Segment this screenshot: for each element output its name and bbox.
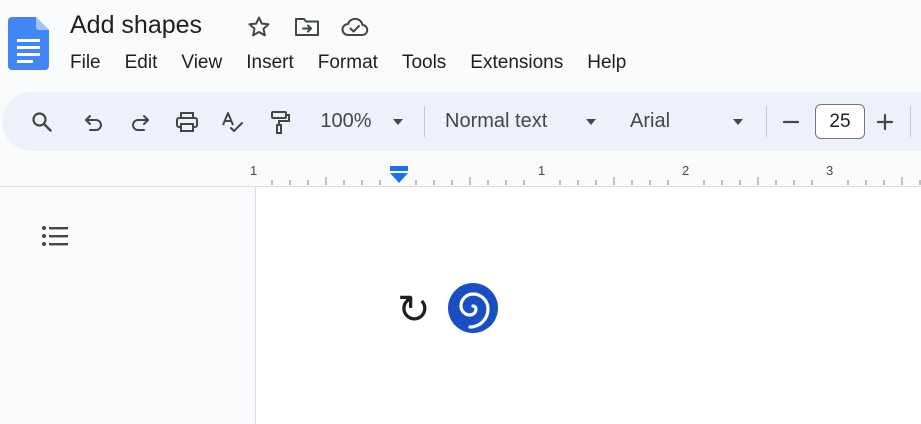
cloud-check-icon[interactable]	[340, 14, 370, 40]
ruler-ticks	[271, 177, 921, 185]
ruler-label: 1	[538, 163, 546, 178]
menu-format[interactable]: Format	[318, 50, 378, 76]
spellcheck-icon[interactable]	[217, 92, 249, 151]
clockwise-arrow-symbol[interactable]: ↻	[397, 286, 431, 334]
document-title[interactable]: Add shapes	[70, 9, 202, 41]
style-dropdown-icon[interactable]	[579, 92, 603, 151]
star-icon[interactable]	[246, 14, 272, 40]
minus-icon[interactable]	[778, 92, 804, 151]
zoom-value[interactable]: 100%	[314, 92, 378, 151]
font-dropdown-icon[interactable]	[726, 92, 750, 151]
ruler-label: 2	[682, 163, 690, 178]
ruler-label: 1	[250, 163, 258, 178]
menu-view[interactable]: View	[181, 50, 222, 76]
font-size-input[interactable]: 25	[815, 104, 865, 139]
docs-logo[interactable]	[8, 17, 49, 70]
toolbar-divider	[424, 106, 425, 137]
outline-icon[interactable]	[38, 222, 72, 250]
menu-file[interactable]: File	[70, 50, 101, 76]
menu-bar: File Edit View Insert Format Tools Exten…	[70, 50, 650, 76]
toolbar-divider	[910, 106, 911, 137]
menu-insert[interactable]: Insert	[246, 50, 294, 76]
horizontal-ruler[interactable]: 1 1 2 3	[0, 155, 921, 186]
zoom-dropdown-icon[interactable]	[386, 92, 410, 151]
toolbar-divider	[766, 106, 767, 137]
indent-marker-icon[interactable]	[389, 166, 409, 184]
move-folder-icon[interactable]	[294, 14, 320, 40]
undo-icon[interactable]	[78, 92, 110, 151]
menu-tools[interactable]: Tools	[402, 50, 446, 76]
document-page[interactable]	[256, 187, 921, 424]
menu-edit[interactable]: Edit	[125, 50, 158, 76]
font-select[interactable]: Arial	[630, 92, 710, 151]
print-icon[interactable]	[171, 92, 203, 151]
toolbar: 100% Normal text Arial 25	[2, 92, 921, 151]
redo-icon[interactable]	[124, 92, 156, 151]
search-icon[interactable]	[26, 92, 58, 151]
spiral-shape[interactable]	[447, 282, 499, 334]
paint-format-icon[interactable]	[264, 92, 296, 151]
plus-icon[interactable]	[872, 92, 898, 151]
ruler-label: 3	[826, 163, 834, 178]
menu-extensions[interactable]: Extensions	[470, 50, 563, 76]
menu-help[interactable]: Help	[587, 50, 626, 76]
paragraph-style-select[interactable]: Normal text	[445, 92, 565, 151]
